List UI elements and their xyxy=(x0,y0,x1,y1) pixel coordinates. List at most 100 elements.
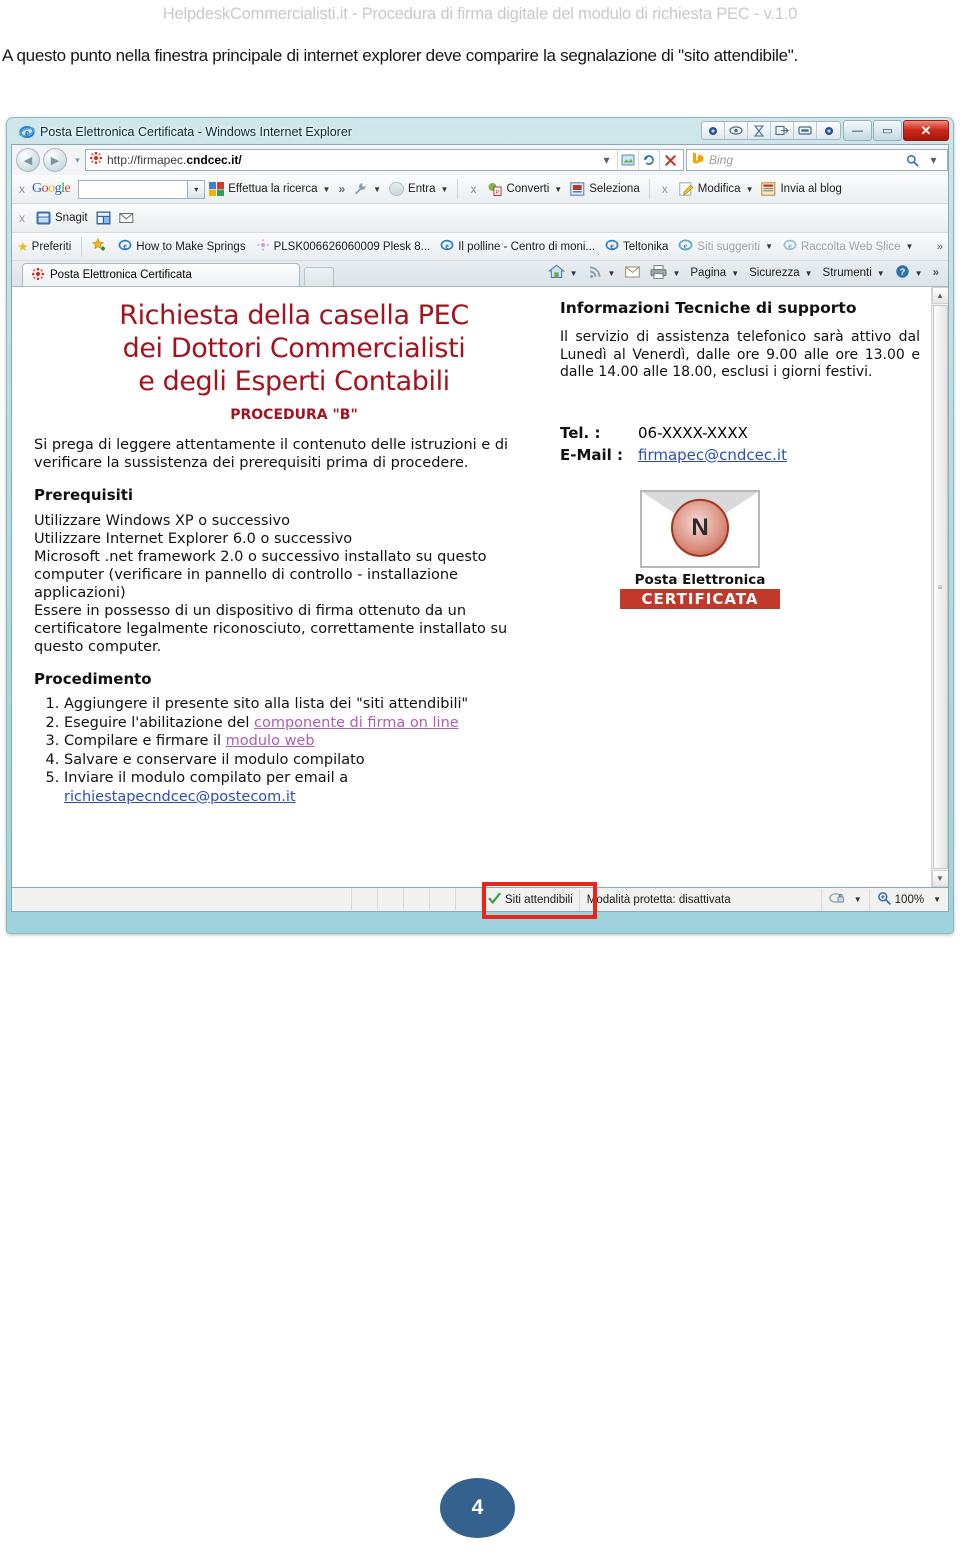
favorite-item-3[interactable]: e Teltonika xyxy=(600,238,673,255)
snagit-mail-button[interactable] xyxy=(115,211,138,225)
home-button[interactable]: ▼ xyxy=(543,264,583,282)
page-left-column: Richiesta della casella PEC dei Dottori … xyxy=(34,299,554,806)
favorite-item-5[interactable]: e Raccolta Web Slice ▼ xyxy=(778,238,918,255)
recent-pages-dropdown[interactable]: ▾ xyxy=(70,155,85,166)
favorite-item-0[interactable]: e How to Make Springs xyxy=(113,238,250,255)
ie-page-icon: e xyxy=(118,238,132,255)
maximize-button[interactable]: ▭ xyxy=(873,120,902,141)
google-tools-button[interactable]: ▼ xyxy=(349,182,385,196)
chevron-down-icon[interactable]: ▼ xyxy=(441,185,449,194)
google-signin-button[interactable]: Entra ▼ xyxy=(385,182,452,196)
menu-pagina[interactable]: Pagina ▼ xyxy=(685,267,744,279)
window-icon[interactable] xyxy=(794,122,817,139)
help-button[interactable]: ? ▼ xyxy=(890,264,928,282)
close-button[interactable]: ✕ xyxy=(903,120,949,141)
chevron-down-icon[interactable]: ▼ xyxy=(373,185,381,194)
exit-icon[interactable] xyxy=(771,122,794,139)
chevron-down-icon[interactable]: ▼ xyxy=(805,269,813,278)
send-to-blog-button[interactable]: Invia al blog xyxy=(757,182,845,196)
favorite-item-2[interactable]: e Il polline - Centro di moni... xyxy=(435,238,600,255)
convert-button[interactable]: P Converti ▼ xyxy=(483,182,566,196)
google-search-dropdown[interactable]: ▾ xyxy=(188,179,206,199)
security-zone-indicator[interactable]: Siti attendibili xyxy=(482,892,579,908)
chevron-down-icon[interactable]: ▼ xyxy=(854,895,862,904)
refresh-icon[interactable] xyxy=(638,150,659,170)
favorite-item-1[interactable]: PLSK006626060009 Plesk 8... xyxy=(251,238,436,255)
forward-button[interactable]: ▶ xyxy=(43,148,67,172)
link-modulo-web[interactable]: modulo web xyxy=(226,733,315,749)
command-bar-overflow[interactable]: » xyxy=(928,267,944,279)
snagit-button[interactable]: Snagit xyxy=(32,211,92,225)
zoom-icon xyxy=(877,891,891,908)
chevron-down-icon[interactable]: ▼ xyxy=(905,242,913,251)
live-toolbar-close[interactable]: x xyxy=(655,182,675,196)
chevron-down-icon[interactable]: ▼ xyxy=(915,269,923,278)
list-item: Utilizzare Windows XP o successivo xyxy=(34,513,290,529)
stop-icon[interactable] xyxy=(659,150,680,170)
link-email-richiestapec[interactable]: richiestapecndcec@postecom.it xyxy=(64,789,296,805)
favorite-item-4[interactable]: e Siti suggeriti ▼ xyxy=(673,238,778,255)
menu-strumenti[interactable]: Strumenti ▼ xyxy=(818,267,890,279)
scroll-down-button[interactable]: ▼ xyxy=(931,870,948,887)
search-dropdown-icon[interactable]: ▾ xyxy=(923,150,944,170)
link-componente-firma-online[interactable]: componente di firma on line xyxy=(254,715,459,731)
list-item: Essere in possesso di un dispositivo di … xyxy=(34,603,508,655)
address-bar-icons: ▾ xyxy=(596,150,680,170)
google-toolbar: x Google ▾ Effettua la ricerca ▼ » ▼ Ent… xyxy=(12,175,948,204)
google-toolbar-close[interactable]: x xyxy=(12,182,32,196)
snagit-icon xyxy=(36,211,51,225)
nuance-toolbar-close[interactable]: x xyxy=(463,182,483,196)
feeds-button[interactable]: ▼ xyxy=(583,264,621,282)
google-search-input[interactable] xyxy=(78,179,189,199)
eye-icon[interactable] xyxy=(725,122,748,139)
google-toolbar-overflow[interactable]: » xyxy=(334,182,349,196)
page-title: Richiesta della casella PEC dei Dottori … xyxy=(119,300,469,397)
zoom-level-button[interactable]: 100% ▼ xyxy=(868,888,948,911)
minimize-button[interactable]: — xyxy=(843,120,872,141)
page-right-column: Informazioni Tecniche di supporto Il ser… xyxy=(560,299,920,609)
snagit-capture-button[interactable] xyxy=(92,211,115,225)
chevron-down-icon[interactable]: ▼ xyxy=(731,269,739,278)
chevron-down-icon[interactable]: ▼ xyxy=(608,269,616,278)
select-button[interactable]: Seleziona xyxy=(566,182,644,196)
back-button[interactable]: ◀ xyxy=(16,148,40,172)
chevron-down-icon[interactable]: ▼ xyxy=(746,185,754,194)
search-box[interactable]: Bing ▾ xyxy=(686,149,948,171)
chevron-down-icon[interactable]: ▼ xyxy=(554,185,562,194)
address-dropdown-icon[interactable]: ▾ xyxy=(596,150,617,170)
print-button[interactable]: ▼ xyxy=(645,264,685,282)
scrollbar-thumb[interactable]: ≡ xyxy=(932,305,948,869)
chevron-down-icon[interactable]: ▼ xyxy=(323,185,331,194)
chevron-down-icon[interactable]: ▼ xyxy=(933,895,941,904)
address-bar[interactable]: http://firmapec.cndcec.it/ ▾ xyxy=(85,149,684,171)
compatibility-view-icon[interactable] xyxy=(617,150,638,170)
favorites-overflow-button[interactable]: » xyxy=(937,241,948,253)
google-search-button[interactable]: Effettua la ricerca ▼ xyxy=(205,182,334,196)
edit-button[interactable]: Modifica ▼ xyxy=(675,182,758,196)
scroll-up-button[interactable]: ▲ xyxy=(931,287,948,304)
chevron-down-icon[interactable]: ▼ xyxy=(672,269,680,278)
hourglass-icon[interactable] xyxy=(748,122,771,139)
chevron-down-icon[interactable]: ▼ xyxy=(877,269,885,278)
link-support-email[interactable]: firmapec@cndcec.it xyxy=(638,444,787,466)
procedure-heading: Procedimento xyxy=(34,670,152,688)
extra-toolbar-buttons[interactable] xyxy=(701,121,841,140)
chevron-down-icon[interactable]: ▼ xyxy=(570,269,578,278)
snagit-toolbar-close[interactable]: x xyxy=(12,211,32,225)
ie-logo-icon: e xyxy=(19,124,35,140)
dot-icon[interactable] xyxy=(817,122,840,139)
support-heading: Informazioni Tecniche di supporto xyxy=(560,299,857,317)
rec-icon[interactable] xyxy=(702,122,725,139)
feed-icon xyxy=(588,264,603,282)
privacy-report-button[interactable]: ▼ xyxy=(820,888,869,911)
window-caption-buttons[interactable]: — ▭ ✕ xyxy=(842,120,949,141)
vertical-scrollbar[interactable]: ▲ ≡ ▼ xyxy=(931,287,948,887)
search-go-icon[interactable] xyxy=(902,150,923,170)
tab-posta-elettronica-certificata[interactable]: Posta Elettronica Certificata xyxy=(22,263,300,286)
add-to-favorites-bar-button[interactable] xyxy=(87,237,113,255)
chevron-down-icon[interactable]: ▼ xyxy=(765,242,773,251)
read-mail-button[interactable] xyxy=(620,266,645,281)
menu-sicurezza[interactable]: Sicurezza ▼ xyxy=(744,267,817,279)
favorites-button[interactable]: ★ Preferiti xyxy=(12,239,76,255)
new-tab-button[interactable] xyxy=(304,267,334,286)
